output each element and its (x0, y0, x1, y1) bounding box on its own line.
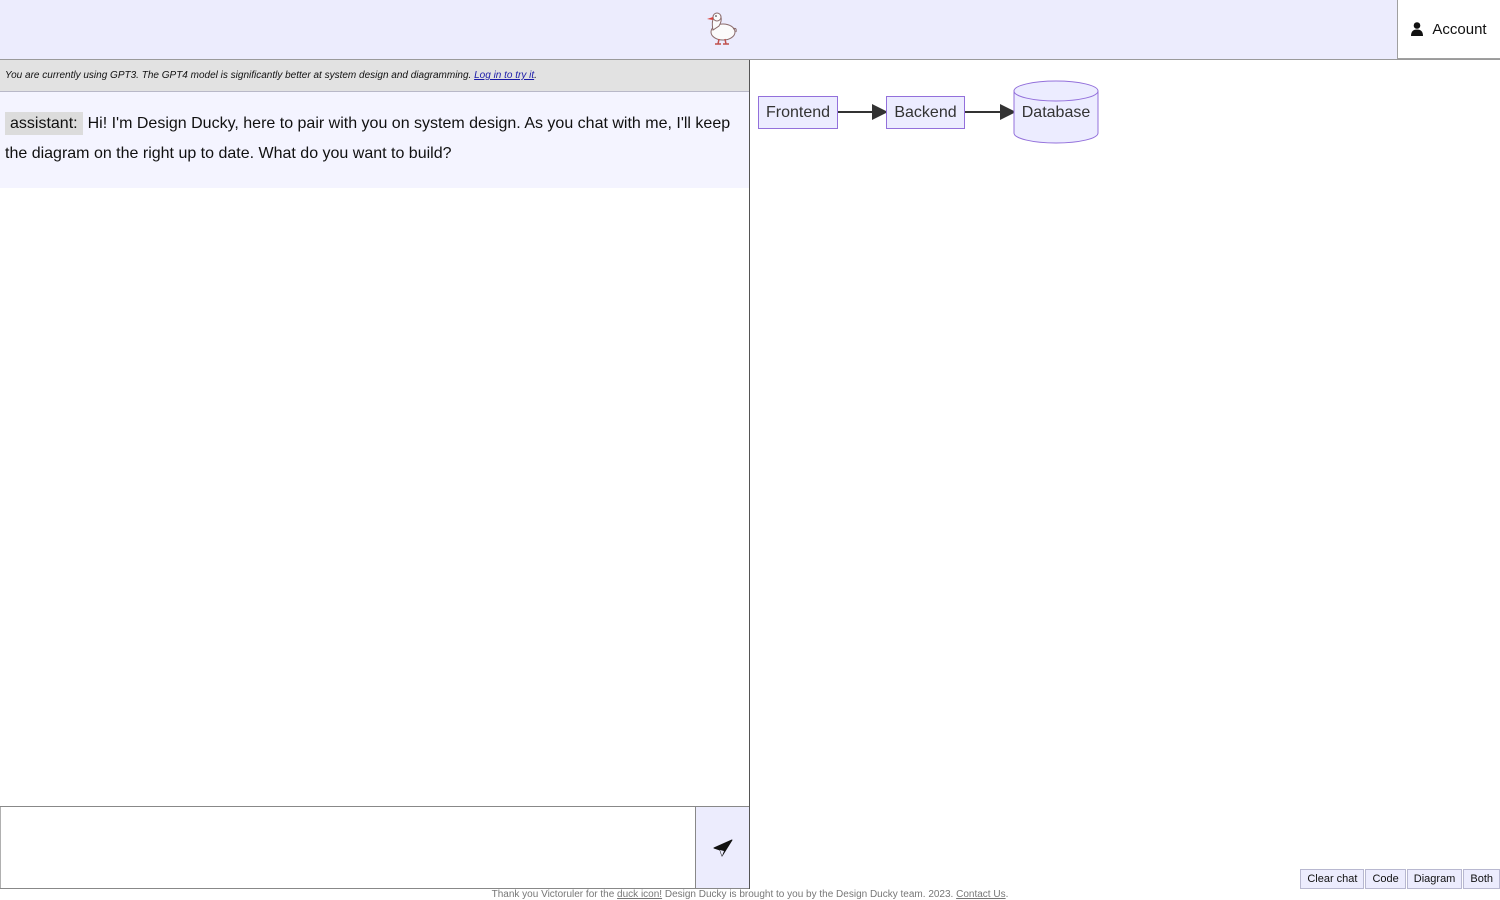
model-notice: You are currently using GPT3. The GPT4 m… (0, 60, 749, 92)
code-view-button[interactable]: Code (1365, 869, 1406, 889)
notice-suffix: . (534, 70, 537, 81)
chat-panel: You are currently using GPT3. The GPT4 m… (0, 60, 750, 889)
header: Account (0, 0, 1500, 60)
footer-suffix: . (1005, 889, 1009, 900)
account-button[interactable]: Account (1397, 0, 1500, 59)
diagram-panel: Frontend Backend Database (750, 60, 1500, 889)
clear-chat-button[interactable]: Clear chat (1300, 869, 1365, 889)
login-link[interactable]: Log in to try it (474, 70, 534, 81)
duck-icon-link[interactable]: duck icon! (617, 889, 662, 900)
footer-prefix: Thank you Victoruler for the (491, 889, 618, 900)
chat-input[interactable] (0, 807, 695, 888)
node-database-label: Database (1021, 104, 1091, 121)
node-frontend[interactable]: Frontend (758, 96, 838, 129)
node-backend-label: Backend (894, 103, 957, 121)
message-text: Hi! I'm Design Ducky, here to pair with … (5, 115, 731, 162)
footer: Thank you Victoruler for the duck icon! … (0, 889, 1500, 900)
both-view-button[interactable]: Both (1463, 869, 1500, 889)
composer (0, 806, 749, 889)
view-buttons: Clear chat Code Diagram Both (1299, 869, 1500, 889)
message-role: assistant: (5, 112, 83, 135)
user-icon (1411, 22, 1424, 36)
diagram-canvas (837, 80, 1099, 144)
contact-link[interactable]: Contact Us (956, 889, 1005, 900)
notice-text: You are currently using GPT3. The GPT4 m… (5, 70, 475, 81)
node-database[interactable]: Database (1014, 102, 1098, 124)
footer-middle: Design Ducky is brought to you by the De… (662, 889, 957, 900)
chat-message: assistant: Hi! I'm Design Ducky, here to … (0, 92, 749, 188)
duck-icon (703, 8, 739, 46)
node-backend[interactable]: Backend (886, 96, 965, 129)
send-button[interactable] (695, 807, 749, 888)
node-frontend-label: Frontend (765, 103, 831, 121)
paper-plane-icon (713, 839, 732, 856)
diagram-view-button[interactable]: Diagram (1406, 869, 1463, 889)
account-label: Account (1432, 20, 1487, 38)
